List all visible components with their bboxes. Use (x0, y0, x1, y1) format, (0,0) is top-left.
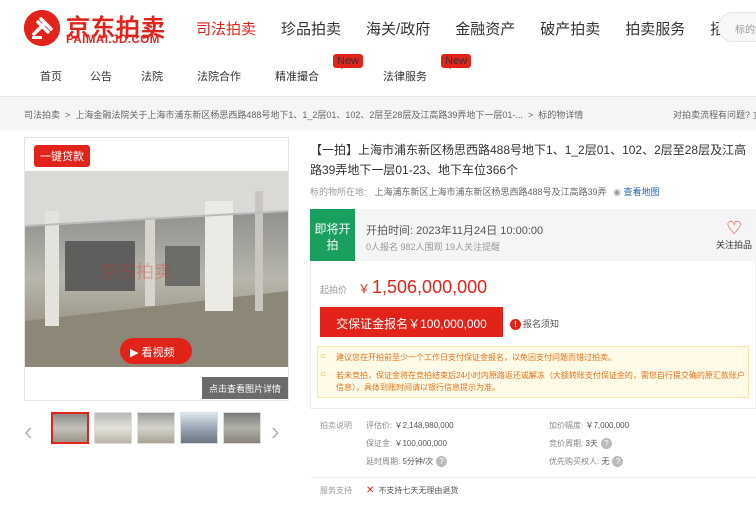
alert-icon: ! (510, 319, 521, 330)
param-key: 评估价: (366, 421, 393, 430)
item-title: 【一拍】上海市浦东新区杨思西路488号地下1、1_2层01、102、2层至28层… (310, 143, 747, 177)
breadcrumb-separator-icon: > (62, 110, 73, 120)
lightbulb-icon: ○ (320, 351, 327, 362)
nav-item-bankruptcy[interactable]: 破产拍卖 (540, 18, 600, 39)
thumbnail-2[interactable] (94, 412, 132, 444)
param-extension: 延时周期: 5分钟/次? (366, 456, 448, 467)
item-location: 标的物所在地: 上海浦东新区上海市浦东新区杨思西路488号及江高路39弄 ◉ 查看… (310, 185, 659, 198)
service-support-label: 服务支持 (320, 486, 352, 495)
param-key: 加价幅度: (549, 421, 584, 430)
jd-paimai-logo[interactable]: 京东拍卖 PAIMAI.JD.COM (24, 8, 174, 48)
param-value: 5分钟/次 (402, 457, 434, 466)
breadcrumb-separator-icon: > (525, 110, 536, 120)
nav-item-financial[interactable]: 金融资产 (455, 18, 515, 39)
subnav-announcements[interactable]: 公告 (90, 68, 112, 84)
thumbnail-5[interactable] (223, 412, 261, 444)
help-icon[interactable]: ? (436, 456, 448, 467)
search-input[interactable]: 标的物 (718, 12, 756, 42)
top-nav: 司法拍卖 珍品拍卖 海关/政府 金融资产 破产拍卖 拍卖服务 招标采购 (196, 18, 756, 39)
subnav-legal-label: 法律服务 (383, 71, 428, 83)
tip-1: 建议您在开拍前至少一个工作日支付保证金报名，以免因支付问题而错过拍卖。 (336, 353, 616, 362)
logo-domain: PAIMAI.JD.COM (66, 34, 160, 46)
starting-price-value: 1,506,000,000 (372, 277, 488, 297)
pay-deposit-register-button[interactable]: 交保证金报名￥100,000,000 (320, 307, 503, 337)
start-time: 开拍时间: 2023年11月24日 10:00:00 (366, 225, 544, 237)
param-key: 优先购买权人: (549, 457, 600, 466)
param-bidding-period: 竞价周期: 3天? (549, 438, 612, 449)
thumbnail-3[interactable] (137, 412, 175, 444)
auction-terms-label: 拍卖说明 (320, 421, 352, 430)
registration-notice-label: 报名须知 (523, 319, 560, 329)
map-pin-icon: ◉ (613, 187, 621, 197)
new-badge: New (441, 54, 472, 68)
param-increment: 加价幅度: ￥7,000,000 (549, 420, 629, 431)
close-icon: ✕ (366, 485, 375, 496)
chevron-right-icon[interactable]: › (271, 416, 280, 447)
nav-item-judicial[interactable]: 司法拍卖 (196, 18, 256, 39)
breadcrumb-item-judicial[interactable]: 司法拍卖 (24, 110, 60, 120)
process-help-link[interactable]: 对拍卖流程有问题? 立 (673, 108, 756, 121)
watch-video-label: 看视频 (141, 347, 175, 359)
subnav-legal[interactable]: 法律服务 New (383, 54, 472, 84)
subnav-home[interactable]: 首页 (40, 68, 62, 84)
registration-notice-link[interactable]: ! 报名须知 (510, 317, 559, 330)
param-key: 保证金: (366, 439, 393, 448)
param-appraisal: 评估价: ￥2,148,980,000 (366, 420, 454, 431)
param-value: 3天 (585, 439, 598, 448)
heart-plus-icon: ♡ (725, 218, 743, 238)
one-click-loan-tag[interactable]: 一键贷款 (34, 145, 90, 167)
auction-stats: 0人报名 982人围观 19人关注提醒 (366, 242, 501, 252)
help-icon[interactable]: ? (600, 438, 612, 449)
param-value: 无 (601, 457, 610, 466)
thumbnail-1[interactable] (51, 412, 89, 444)
param-value: ￥100,000,000 (394, 439, 447, 448)
breadcrumb-item-current: 标的物详情 (538, 110, 584, 120)
view-map-label: 查看地图 (623, 187, 660, 197)
subnav-matching-label: 精准撮合 (275, 71, 319, 83)
starting-price: ￥ 1,506,000,000 (358, 277, 487, 298)
follow-item-button[interactable]: ♡ 关注拍品 (716, 218, 752, 251)
breadcrumb: 司法拍卖 > 上海金融法院关于上海市浦东新区杨思西路488号地下1、1_2层01… (24, 108, 583, 121)
nav-item-customs-gov[interactable]: 海关/政府 (366, 18, 430, 39)
service-support: ✕ 不支持七天无理由退货 (366, 485, 458, 496)
param-preemptive: 优先购买权人: 无? (549, 456, 624, 467)
view-map-link[interactable]: ◉ 查看地图 (613, 187, 659, 197)
nav-item-treasures[interactable]: 珍品拍卖 (281, 18, 341, 39)
subnav-courts[interactable]: 法院 (141, 68, 163, 84)
sub-nav: 首页 公告 法院 法院合作 精准撮合 New 法律服务 New (40, 54, 472, 84)
service-support-text: 不支持七天无理由退货 (378, 486, 459, 495)
param-key: 竞价周期: (549, 439, 584, 448)
auction-status-badge: 即将开拍 (310, 209, 355, 261)
starting-price-label: 起拍价 (320, 285, 348, 295)
breadcrumb-item-announcement[interactable]: 上海金融法院关于上海市浦东新区杨思西路488号地下1、1_2层01、102、2层… (75, 110, 523, 120)
help-icon[interactable]: ? (612, 456, 624, 467)
param-key: 延时周期: (366, 457, 401, 466)
subnav-matching[interactable]: 精准撮合 New (275, 54, 364, 84)
location-label: 标的物所在地: (310, 187, 367, 197)
follow-item-label: 关注拍品 (716, 240, 753, 250)
location-text: 上海浦东新区上海市浦东新区杨思西路488号及江高路39弄 (374, 187, 607, 197)
view-image-details-link[interactable]: 点击查看图片详情 (202, 377, 288, 399)
play-icon: ▶ (130, 347, 139, 359)
watermark-text: 京东拍卖 (100, 262, 172, 282)
param-value: ￥7,000,000 (585, 421, 630, 430)
thumbnail-4[interactable] (180, 412, 218, 444)
param-value: ￥2,148,980,000 (394, 421, 454, 430)
divider (310, 477, 756, 478)
watch-video-button[interactable]: ▶ 看视频 (120, 338, 192, 364)
chevron-left-icon[interactable]: ‹ (24, 416, 33, 447)
subnav-court-cooperation[interactable]: 法院合作 (197, 68, 241, 84)
tip-2: 若未竞拍，保证金将在竞拍结束后24小时内原路返还或解冻（大额转账支付保证金的，需… (336, 371, 745, 392)
nav-item-services[interactable]: 拍卖服务 (625, 18, 685, 39)
currency-symbol: ￥ (358, 282, 371, 296)
logo-hammer-icon (24, 10, 60, 46)
lightbulb-icon: ○ (320, 369, 327, 380)
new-badge: New (333, 54, 364, 68)
param-deposit: 保证金: ￥100,000,000 (366, 438, 447, 449)
